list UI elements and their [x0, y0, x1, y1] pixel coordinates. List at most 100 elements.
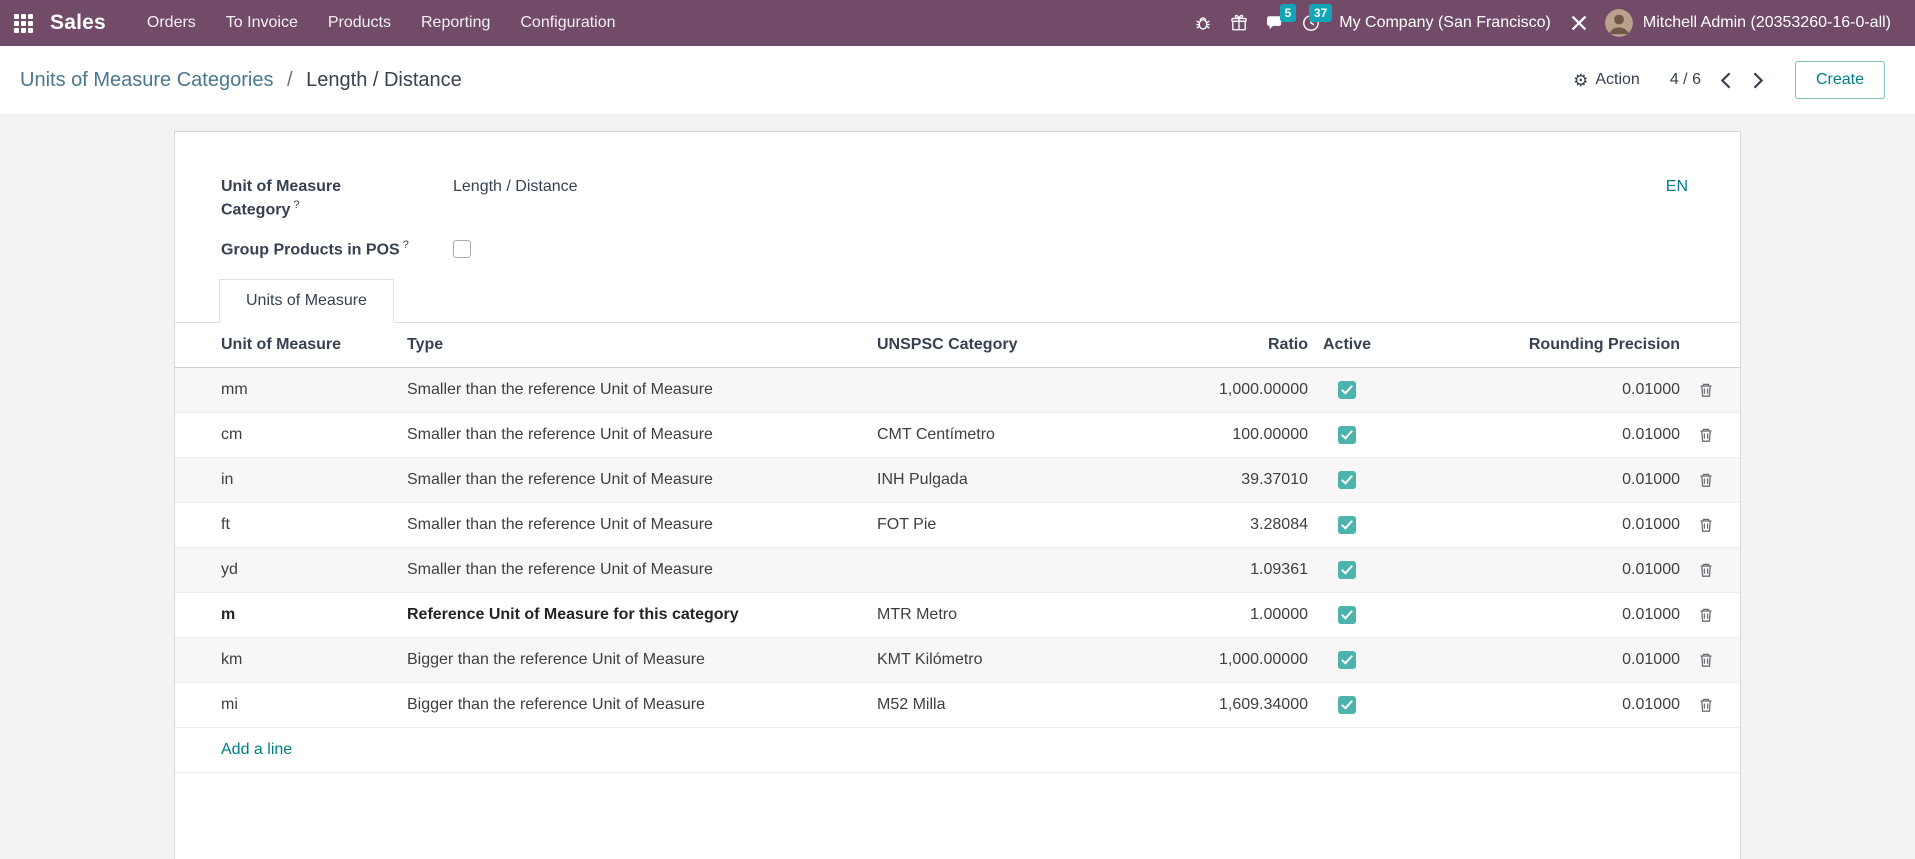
- uom-type-cell: Smaller than the reference Unit of Measu…: [407, 381, 877, 399]
- uom-type-cell: Bigger than the reference Unit of Measur…: [407, 651, 877, 669]
- action-label: Action: [1595, 71, 1639, 89]
- delete-row-button[interactable]: [1694, 558, 1718, 582]
- uom-delete-cell: [1684, 558, 1728, 582]
- uom-rounding-cell: 0.01000: [1386, 516, 1684, 534]
- form-fields: Unit of Measure Category? Length / Dista…: [175, 132, 1740, 262]
- tools-systray-button[interactable]: [1561, 0, 1597, 46]
- menu-products[interactable]: Products: [313, 0, 406, 46]
- uom-name-cell: m: [175, 606, 407, 624]
- company-switcher[interactable]: My Company (San Francisco): [1329, 0, 1561, 46]
- uom-table-row[interactable]: mm Smaller than the reference Unit of Me…: [175, 368, 1740, 413]
- uom-unspsc-cell: M52 Milla: [877, 696, 1177, 714]
- crossed-tools-icon: [1570, 14, 1588, 32]
- uom-table-row[interactable]: km Bigger than the reference Unit of Mea…: [175, 638, 1740, 683]
- active-checkbox[interactable]: [1338, 651, 1356, 669]
- pager-previous-button[interactable]: [1719, 70, 1733, 91]
- uom-table-row[interactable]: m Reference Unit of Measure for this cat…: [175, 593, 1740, 638]
- field-label-text: Unit of Measure Category: [221, 178, 341, 219]
- field-label-group-products-pos: Group Products in POS?: [221, 238, 453, 262]
- active-checkbox[interactable]: [1338, 381, 1356, 399]
- active-checkbox[interactable]: [1338, 426, 1356, 444]
- uom-delete-cell: [1684, 513, 1728, 537]
- action-menu-button[interactable]: ⚙ Action: [1573, 71, 1640, 89]
- group-products-pos-checkbox[interactable]: [453, 240, 471, 258]
- uom-rounding-cell: 0.01000: [1386, 381, 1684, 399]
- tab-units-of-measure[interactable]: Units of Measure: [219, 279, 394, 323]
- create-button[interactable]: Create: [1795, 61, 1885, 99]
- uom-name-cell: yd: [175, 561, 407, 579]
- trash-icon: [1698, 382, 1714, 398]
- menu-to-invoice[interactable]: To Invoice: [211, 0, 313, 46]
- gift-icon: [1230, 14, 1248, 32]
- app-name-sales[interactable]: Sales: [50, 11, 106, 35]
- uom-type-cell: Bigger than the reference Unit of Measur…: [407, 696, 877, 714]
- uom-active-cell: [1308, 606, 1386, 624]
- control-panel: Units of Measure Categories / Length / D…: [0, 46, 1915, 114]
- trash-icon: [1698, 697, 1714, 713]
- uom-name-cell: mi: [175, 696, 407, 714]
- uom-table-body: mm Smaller than the reference Unit of Me…: [175, 368, 1740, 728]
- notebook-tabs: Units of Measure: [175, 278, 1740, 323]
- active-checkbox[interactable]: [1338, 606, 1356, 624]
- field-uom-category: Unit of Measure Category? Length / Dista…: [221, 176, 1688, 222]
- debug-bug-icon[interactable]: [1185, 0, 1221, 46]
- uom-table-row[interactable]: in Smaller than the reference Unit of Me…: [175, 458, 1740, 503]
- delete-row-button[interactable]: [1694, 513, 1718, 537]
- pager-next-button[interactable]: [1751, 70, 1765, 91]
- delete-row-button[interactable]: [1694, 378, 1718, 402]
- uom-delete-cell: [1684, 378, 1728, 402]
- active-checkbox[interactable]: [1338, 561, 1356, 579]
- trash-icon: [1698, 517, 1714, 533]
- language-badge[interactable]: EN: [1666, 178, 1688, 196]
- header-unit-of-measure[interactable]: Unit of Measure: [175, 336, 407, 354]
- uom-unspsc-cell: MTR Metro: [877, 606, 1177, 624]
- apps-menu-button[interactable]: [0, 0, 46, 46]
- uom-rounding-cell: 0.01000: [1386, 426, 1684, 444]
- messages-systray-button[interactable]: 5: [1257, 0, 1293, 46]
- top-navbar: Sales Orders To Invoice Products Reporti…: [0, 0, 1915, 46]
- active-checkbox[interactable]: [1338, 471, 1356, 489]
- delete-row-button[interactable]: [1694, 693, 1718, 717]
- menu-orders[interactable]: Orders: [132, 0, 211, 46]
- menu-configuration[interactable]: Configuration: [505, 0, 630, 46]
- delete-row-button[interactable]: [1694, 603, 1718, 627]
- breadcrumb-parent-link[interactable]: Units of Measure Categories: [20, 69, 273, 91]
- active-checkbox[interactable]: [1338, 516, 1356, 534]
- uom-ratio-cell: 3.28084: [1177, 516, 1308, 534]
- uom-table-header: Unit of Measure Type UNSPSC Category Rat…: [175, 323, 1740, 368]
- pager: 4 / 6: [1670, 70, 1765, 91]
- uom-type-cell: Smaller than the reference Unit of Measu…: [407, 426, 877, 444]
- header-type[interactable]: Type: [407, 336, 877, 354]
- uom-active-cell: [1308, 561, 1386, 579]
- delete-row-button[interactable]: [1694, 648, 1718, 672]
- delete-row-button[interactable]: [1694, 468, 1718, 492]
- uom-name-cell: in: [175, 471, 407, 489]
- uom-rounding-cell: 0.01000: [1386, 471, 1684, 489]
- active-checkbox[interactable]: [1338, 696, 1356, 714]
- user-menu[interactable]: Mitchell Admin (20353260-16-0-all): [1633, 0, 1901, 46]
- add-a-line-link[interactable]: Add a line: [221, 741, 292, 759]
- gift-systray-button[interactable]: [1221, 0, 1257, 46]
- header-rounding-precision[interactable]: Rounding Precision: [1386, 336, 1684, 354]
- header-unspsc-category[interactable]: UNSPSC Category: [877, 336, 1177, 354]
- uom-table-row[interactable]: yd Smaller than the reference Unit of Me…: [175, 548, 1740, 593]
- delete-row-button[interactable]: [1694, 423, 1718, 447]
- uom-delete-cell: [1684, 423, 1728, 447]
- uom-table-row[interactable]: cm Smaller than the reference Unit of Me…: [175, 413, 1740, 458]
- activities-systray-button[interactable]: 37: [1293, 0, 1329, 46]
- help-marker: ?: [403, 239, 409, 251]
- uom-ratio-cell: 1,000.00000: [1177, 381, 1308, 399]
- uom-unspsc-cell: INH Pulgada: [877, 471, 1177, 489]
- field-group-products-pos: Group Products in POS?: [221, 238, 1688, 262]
- uom-type-cell: Smaller than the reference Unit of Measu…: [407, 516, 877, 534]
- uom-table-row[interactable]: mi Bigger than the reference Unit of Mea…: [175, 683, 1740, 728]
- menu-reporting[interactable]: Reporting: [406, 0, 505, 46]
- uom-table-row[interactable]: ft Smaller than the reference Unit of Me…: [175, 503, 1740, 548]
- uom-category-value[interactable]: Length / Distance: [453, 176, 578, 198]
- header-ratio[interactable]: Ratio: [1177, 336, 1308, 354]
- header-active[interactable]: Active: [1308, 336, 1386, 354]
- uom-table: Unit of Measure Type UNSPSC Category Rat…: [175, 323, 1740, 773]
- trash-icon: [1698, 607, 1714, 623]
- field-label-uom-category: Unit of Measure Category?: [221, 176, 453, 222]
- user-avatar[interactable]: [1605, 9, 1633, 37]
